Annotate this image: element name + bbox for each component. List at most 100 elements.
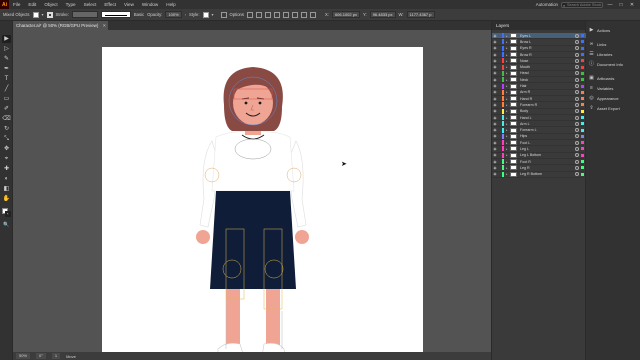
dock-document-info[interactable]: ⓘ Document Info bbox=[586, 59, 640, 69]
selection-square[interactable] bbox=[581, 97, 584, 101]
align-left-icon[interactable] bbox=[264, 11, 271, 18]
canvas-area[interactable]: ➤ bbox=[13, 30, 491, 352]
selection-square[interactable] bbox=[581, 34, 584, 38]
menu-help[interactable]: Help bbox=[162, 2, 179, 7]
layer-name[interactable]: Neck bbox=[520, 78, 575, 82]
document-tab[interactable]: Character.ai* @ 50% (RGB/GPU Preview) ✕ bbox=[13, 21, 108, 30]
dock-links[interactable]: ∞ Links bbox=[586, 39, 640, 49]
visibility-eye-icon[interactable]: ◉ bbox=[492, 78, 498, 82]
selection-square[interactable] bbox=[581, 40, 584, 44]
visibility-eye-icon[interactable]: ◉ bbox=[492, 172, 498, 176]
target-circle-icon[interactable] bbox=[575, 39, 579, 44]
scale-tool-icon[interactable]: ⤡ bbox=[2, 135, 11, 143]
w-field[interactable]: 1177.4367 p bbox=[406, 11, 435, 18]
recolor-icon[interactable] bbox=[220, 11, 227, 18]
layer-name[interactable]: Nose bbox=[520, 59, 575, 63]
target-circle-icon[interactable] bbox=[575, 172, 579, 177]
visibility-eye-icon[interactable]: ◉ bbox=[492, 109, 498, 113]
target-circle-icon[interactable] bbox=[575, 153, 579, 158]
artboard[interactable]: ➤ bbox=[102, 47, 423, 352]
zoom-level[interactable]: 50% bbox=[16, 353, 31, 359]
layer-name[interactable]: Leg L Bottom bbox=[520, 153, 575, 157]
selection-square[interactable] bbox=[581, 128, 584, 132]
visibility-eye-icon[interactable]: ◉ bbox=[492, 141, 498, 145]
visibility-eye-icon[interactable]: ◉ bbox=[492, 65, 498, 69]
layer-name[interactable]: Forearm R bbox=[520, 103, 575, 107]
target-circle-icon[interactable] bbox=[575, 140, 579, 145]
selection-square[interactable] bbox=[581, 122, 584, 126]
brush-preview[interactable] bbox=[100, 11, 131, 18]
free-transform-tool-icon[interactable]: ✥ bbox=[2, 145, 11, 153]
visibility-eye-icon[interactable]: ◉ bbox=[492, 134, 498, 138]
selection-square[interactable] bbox=[581, 65, 584, 69]
fill-swatch[interactable] bbox=[32, 11, 39, 18]
layer-name[interactable]: Foot L bbox=[520, 141, 575, 145]
layer-name[interactable]: Eyes R bbox=[520, 46, 575, 50]
hand-tool-icon[interactable]: ✋ bbox=[2, 195, 11, 203]
visibility-eye-icon[interactable]: ◉ bbox=[492, 160, 498, 164]
shape-builder-tool-icon[interactable]: ⌖ bbox=[2, 155, 11, 163]
eye-right[interactable] bbox=[258, 101, 262, 105]
align-middle-icon[interactable] bbox=[300, 11, 307, 18]
align-icon[interactable] bbox=[246, 11, 253, 18]
layer-name[interactable]: Forearm L bbox=[520, 128, 575, 132]
rotate-tool-icon[interactable]: ↻ bbox=[2, 125, 11, 133]
visibility-eye-icon[interactable]: ◉ bbox=[492, 128, 498, 132]
y-field[interactable]: 96.4833 px bbox=[369, 11, 396, 18]
selection-square[interactable] bbox=[581, 90, 584, 94]
selection-square[interactable] bbox=[581, 59, 584, 63]
dock-libraries[interactable]: ☰ Libraries bbox=[586, 49, 640, 59]
layer-name[interactable]: Leg R Bottom bbox=[520, 172, 575, 176]
layer-name[interactable]: Hips bbox=[520, 134, 575, 138]
line-tool-icon[interactable]: ╱ bbox=[2, 85, 11, 93]
menu-window[interactable]: Window bbox=[138, 2, 162, 7]
minimize-button[interactable]: — bbox=[606, 2, 614, 8]
rotation-field[interactable]: 0° bbox=[36, 353, 46, 359]
layer-name[interactable]: Arm R bbox=[520, 90, 575, 94]
hand-right[interactable] bbox=[295, 230, 309, 244]
visibility-eye-icon[interactable]: ◉ bbox=[492, 84, 498, 88]
layer-name[interactable]: Arm L bbox=[520, 122, 575, 126]
chevron-down-icon[interactable]: ▾ bbox=[42, 12, 44, 17]
zoom-tool-icon[interactable]: 🔍 bbox=[2, 221, 11, 229]
stroke-swatch[interactable] bbox=[46, 11, 53, 18]
skirt[interactable] bbox=[210, 191, 296, 289]
layer-name[interactable]: Hair bbox=[520, 84, 575, 88]
direct-selection-tool-icon[interactable]: ▷ bbox=[2, 45, 11, 53]
target-circle-icon[interactable] bbox=[575, 128, 579, 133]
visibility-eye-icon[interactable]: ◉ bbox=[492, 59, 498, 63]
options-label[interactable]: Options bbox=[230, 12, 244, 17]
selection-square[interactable] bbox=[581, 166, 584, 170]
visibility-eye-icon[interactable]: ◉ bbox=[492, 147, 498, 151]
eye-left[interactable] bbox=[244, 101, 248, 105]
visibility-eye-icon[interactable]: ◉ bbox=[492, 46, 498, 50]
visibility-eye-icon[interactable]: ◉ bbox=[492, 116, 498, 120]
target-circle-icon[interactable] bbox=[575, 58, 579, 63]
target-circle-icon[interactable] bbox=[575, 146, 579, 151]
target-circle-icon[interactable] bbox=[575, 77, 579, 82]
selection-square[interactable] bbox=[581, 147, 584, 151]
shoe-right[interactable] bbox=[262, 342, 286, 352]
target-circle-icon[interactable] bbox=[575, 65, 579, 70]
dock-actions[interactable]: ▶ Actions bbox=[586, 25, 640, 35]
layer-name[interactable]: Brow R bbox=[520, 53, 575, 57]
target-circle-icon[interactable] bbox=[575, 102, 579, 107]
selection-square[interactable] bbox=[581, 160, 584, 164]
layer-name[interactable]: Brow L bbox=[520, 40, 575, 44]
visibility-eye-icon[interactable]: ◉ bbox=[492, 90, 498, 94]
menu-object[interactable]: Object bbox=[40, 2, 61, 7]
chevron-right-icon[interactable]: › bbox=[185, 12, 186, 17]
selection-square[interactable] bbox=[581, 153, 584, 157]
opacity-field[interactable]: 100% bbox=[165, 11, 182, 18]
target-circle-icon[interactable] bbox=[575, 96, 579, 101]
artboard-tool-icon[interactable]: ◧ bbox=[2, 185, 11, 193]
mesh-tool-icon[interactable]: ✚ bbox=[2, 165, 11, 173]
align-center-icon[interactable] bbox=[273, 11, 280, 18]
target-circle-icon[interactable] bbox=[575, 165, 579, 170]
type-tool-icon[interactable]: T bbox=[2, 75, 11, 83]
character-illustration[interactable] bbox=[182, 49, 357, 352]
align-top-icon[interactable] bbox=[291, 11, 298, 18]
target-circle-icon[interactable] bbox=[575, 115, 579, 120]
x-field[interactable]: 606.1002 px bbox=[331, 11, 360, 18]
close-button[interactable]: ✕ bbox=[628, 2, 636, 8]
